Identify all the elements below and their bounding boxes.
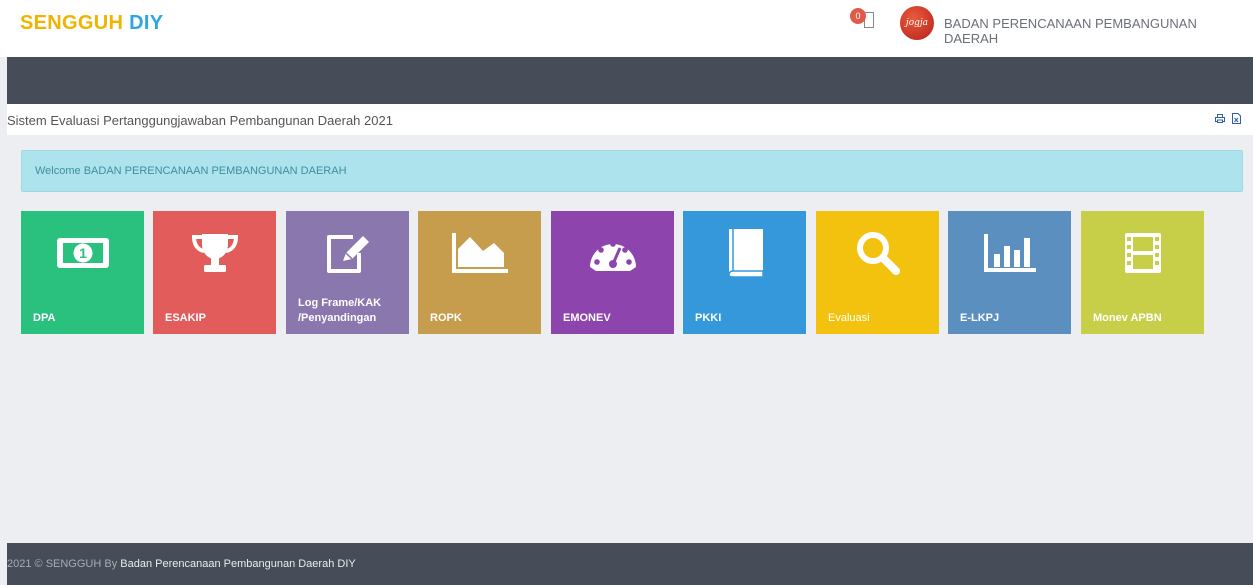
welcome-alert: Welcome BADAN PERENCANAAN PEMBANGUNAN DA…: [21, 150, 1243, 192]
brand-name: SENGGUH: [20, 12, 124, 34]
tile-esakip[interactable]: ESAKIP: [153, 211, 276, 334]
tile-label: ESAKIP: [165, 312, 206, 324]
page-title-bar: Sistem Evaluasi Pertanggungjawaban Pemba…: [7, 104, 1253, 135]
search-icon: [816, 223, 939, 283]
footer-text: 2021 © SENGGUH By Badan Perencanaan Pemb…: [7, 558, 356, 570]
trophy-icon: [153, 223, 276, 283]
footer-link[interactable]: Badan Perencanaan Pembangunan Daerah DIY: [120, 558, 355, 570]
tile-monev-apbn[interactable]: Monev APBN: [1081, 211, 1204, 334]
tile-label: ROPK: [430, 312, 462, 324]
tile-label-line1: Log Frame/KAK: [298, 297, 382, 309]
notification-button[interactable]: 0: [850, 8, 882, 32]
notification-badge: 0: [850, 8, 866, 24]
tile-label: Log Frame/KAK /Penyandingan: [298, 296, 381, 326]
tile-label: Evaluasi: [828, 312, 870, 324]
avatar-text: jogja: [905, 18, 929, 28]
dashboard-icon: [551, 223, 674, 283]
welcome-text: Welcome BADAN PERENCANAAN PEMBANGUNAN DA…: [35, 165, 347, 177]
avatar[interactable]: jogja: [900, 6, 934, 40]
tile-pkki[interactable]: PKKI: [683, 211, 806, 334]
svg-text:1: 1: [79, 245, 87, 261]
tile-label: DPA: [33, 312, 56, 324]
tile-ropk[interactable]: ROPK: [418, 211, 541, 334]
tile-label: E-LKPJ: [960, 312, 1000, 324]
tile-label: PKKI: [695, 312, 722, 324]
footer-copyright: 2021 © SENGGUH By: [7, 558, 121, 570]
film-icon: [1081, 223, 1204, 283]
export-file-icon[interactable]: [1232, 113, 1241, 124]
user-name[interactable]: BADAN PERENCANAAN PEMBANGUNAN DAERAH: [944, 16, 1253, 46]
edit-icon: [286, 223, 409, 283]
page-title: Sistem Evaluasi Pertanggungjawaban Pemba…: [7, 113, 393, 128]
bar-chart-icon: [948, 223, 1071, 283]
tile-log-frame[interactable]: Log Frame/KAK /Penyandingan: [286, 211, 409, 334]
money-icon: 1: [21, 223, 144, 283]
brand-logo[interactable]: SENGGUH DIY: [20, 12, 163, 35]
footer: 2021 © SENGGUH By Badan Perencanaan Pemb…: [7, 543, 1253, 585]
tile-label: Monev APBN: [1093, 312, 1162, 324]
print-icon[interactable]: [1215, 114, 1225, 123]
brand-region: DIY: [129, 12, 164, 34]
tile-label-line2: /Penyandingan: [298, 312, 377, 324]
tile-label: EMONEV: [563, 312, 611, 324]
tile-evaluasi[interactable]: Evaluasi: [816, 211, 939, 334]
tile-dpa[interactable]: 1 DPA: [21, 211, 144, 334]
main-menu-bar: [7, 57, 1253, 104]
tile-emonev[interactable]: EMONEV: [551, 211, 674, 334]
top-header: SENGGUH DIY 0 jogja BADAN PERENCANAAN PE…: [0, 0, 1253, 57]
area-chart-icon: [418, 223, 541, 283]
book-icon: [683, 223, 806, 283]
tile-e-lkpj[interactable]: E-LKPJ: [948, 211, 1071, 334]
